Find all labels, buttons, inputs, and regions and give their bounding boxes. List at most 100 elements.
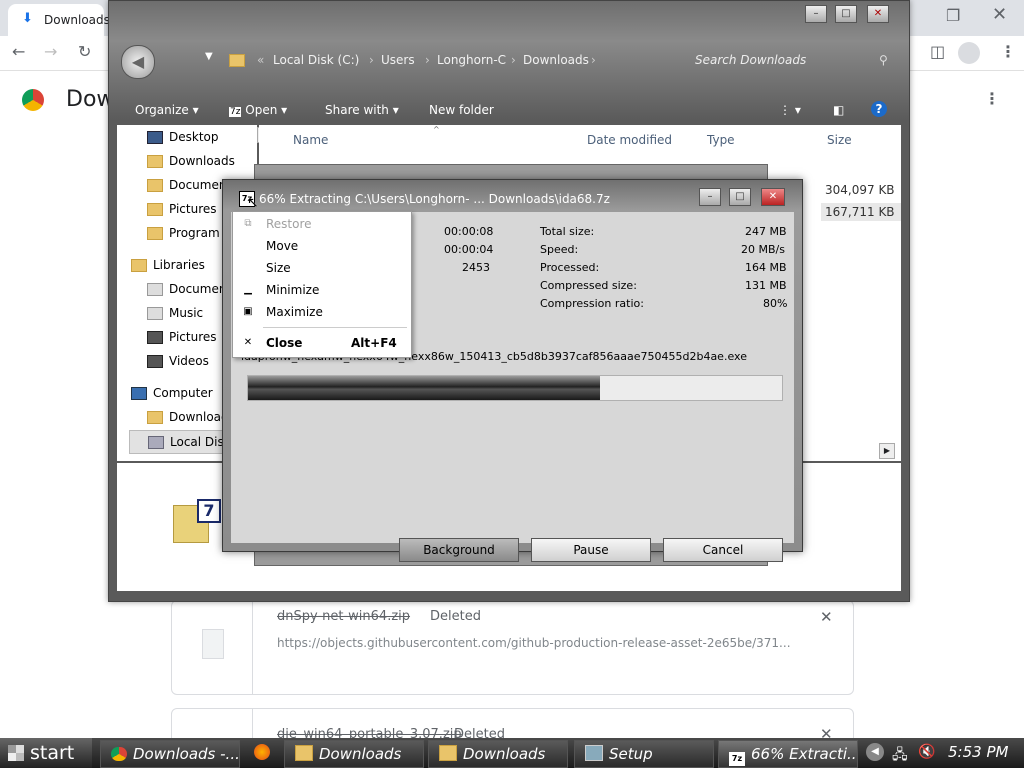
dialog-title: 66% Extracting C:\Users\Longhorn- ... Do… [259,192,610,206]
maximize-icon: ▣ [243,306,253,317]
start-button[interactable]: start [0,738,92,768]
restore-window-icon[interactable]: ❐ [946,6,960,26]
menu-item-restore[interactable]: ⧉ Restore [233,213,411,235]
stat-value: 80% [763,297,788,310]
mouse-cursor-icon: ↖ [247,195,259,211]
overflow-chevron[interactable]: « [257,53,264,67]
remaining-time: 00:00:04 [444,243,494,256]
menu-item-minimize[interactable]: ▁ Minimize [233,279,411,301]
tray-expand-icon[interactable]: ◀ [866,743,884,761]
dialog-minimize-button[interactable]: – [699,188,721,206]
explorer-close-button[interactable]: ✕ [867,5,889,23]
taskbar-item-downloads-1[interactable]: Downloads [284,740,424,768]
history-dropdown-icon[interactable]: ▼ [205,51,213,62]
nav-item-desktop[interactable]: Desktop [147,126,219,148]
volume-muted-icon[interactable]: 🔇 [918,744,935,760]
clock[interactable]: 5:53 PM [948,743,1008,761]
breadcrumb-users[interactable]: Users [381,53,415,67]
organize-menu[interactable]: Organize ▾ [135,103,199,117]
view-options-icon[interactable]: ⋮ ▾ [779,103,801,117]
windows-logo-icon [8,745,24,761]
pause-button[interactable]: Pause [531,538,651,562]
background-button[interactable]: Background [399,538,519,562]
help-icon[interactable]: ? [871,101,887,117]
7zip-icon: 7z [229,107,242,117]
divider [252,601,253,694]
share-with-menu[interactable]: Share with ▾ [325,103,399,117]
side-panel-icon[interactable]: ◫ [930,42,945,62]
stat-label: Compressed size: [540,279,637,292]
dialog-maximize-button[interactable]: □ [729,188,751,206]
stat-value: 131 MB [745,279,787,292]
taskbar-item-7zip[interactable]: 7z 66% Extracti... [718,740,858,768]
search-icon[interactable]: ⚲ [879,53,888,67]
folder-icon [295,745,313,761]
taskbar-item-setup[interactable]: Setup [574,740,714,768]
breadcrumb-user[interactable]: Longhorn-C [437,53,506,67]
cancel-button[interactable]: Cancel [663,538,783,562]
firefox-icon[interactable] [254,744,270,760]
progress-bar [247,375,783,401]
nav-item-music[interactable]: Music [147,302,203,324]
breadcrumb-drive[interactable]: Local Disk (C:) [273,53,359,67]
download-url[interactable]: https://objects.githubusercontent.com/gi… [277,636,791,650]
download-filename[interactable]: dnSpy-net-win64.zip [277,609,410,624]
h-scroll-right-arrow[interactable]: ▶ [879,443,895,459]
nav-item-pictures[interactable]: Pictures [147,198,217,220]
setup-icon [585,745,603,761]
network-icon[interactable]: 🖧 [892,744,908,768]
chrome-tab-title: Downloads [44,13,110,27]
zip-file-icon [202,629,224,659]
menu-item-close[interactable]: ✕ Close Alt+F4 [233,332,411,354]
forward-icon[interactable]: → [44,42,57,62]
explorer-minimize-button[interactable]: – [805,5,827,23]
explorer-maximize-button[interactable]: □ [835,5,857,23]
breadcrumb-downloads[interactable]: Downloads [523,53,589,67]
menu-separator [263,327,407,328]
nav-item-downloads[interactable]: Downloads [147,150,235,172]
remove-download-icon[interactable]: ✕ [820,608,833,626]
breadcrumb-separator: › [511,53,516,67]
profile-avatar[interactable] [958,42,980,64]
page-menu-icon[interactable]: ⋮ [984,89,1000,109]
nav-item-lib-pictures[interactable]: Pictures [147,326,217,348]
chrome-logo-icon [22,89,44,111]
stat-value: 247 MB [745,225,787,238]
close-window-icon[interactable]: ✕ [992,5,1007,25]
progress-fill [248,376,600,400]
elapsed-time: 00:00:08 [444,225,494,238]
column-header-size[interactable]: Size [827,133,852,147]
search-input[interactable]: Search Downloads [695,53,895,73]
chrome-tab-downloads[interactable]: ⬇ Downloads [8,4,110,36]
menu-item-size[interactable]: Size [233,257,411,279]
back-arrow-icon[interactable]: ◀ [121,45,155,79]
download-icon: ⬇ [22,11,33,26]
menu-item-move[interactable]: Move [233,235,411,257]
7zip-icon: 7z [729,752,745,766]
preview-pane-icon[interactable]: ◧ [833,103,844,117]
column-header-type[interactable]: Type [707,133,735,147]
taskbar-item-downloads-2[interactable]: Downloads [428,740,568,768]
chrome-menu-icon[interactable]: ⋮ [1000,42,1016,62]
breadcrumb-separator: › [425,53,430,67]
taskbar-item-chrome[interactable]: Downloads -... [100,740,240,768]
nav-item-videos[interactable]: Videos [147,350,209,372]
column-header-date-modified[interactable]: Date modified [587,133,672,147]
stat-label: Compression ratio: [540,297,644,310]
column-header-name[interactable]: Name [293,133,328,147]
file-count: 2453 [462,261,490,274]
open-menu[interactable]: 7z Open ▾ [229,103,287,117]
command-bar: Organize ▾ 7z Open ▾ Share with ▾ New fo… [109,97,909,125]
nav-item-computer[interactable]: Computer [131,382,213,404]
dialog-close-button[interactable]: ✕ [761,188,785,206]
reload-icon[interactable]: ↻ [78,42,91,62]
taskbar: start Downloads -... Downloads Downloads… [0,738,1024,768]
restore-icon: ⧉ [244,218,252,229]
download-status: Deleted [430,609,481,624]
stat-value: 164 MB [745,261,787,274]
menu-item-maximize[interactable]: ▣ Maximize [233,301,411,323]
folder-icon [439,745,457,761]
nav-item-libraries[interactable]: Libraries [131,254,205,276]
new-folder-button[interactable]: New folder [429,103,494,117]
back-icon[interactable]: ← [12,42,25,62]
